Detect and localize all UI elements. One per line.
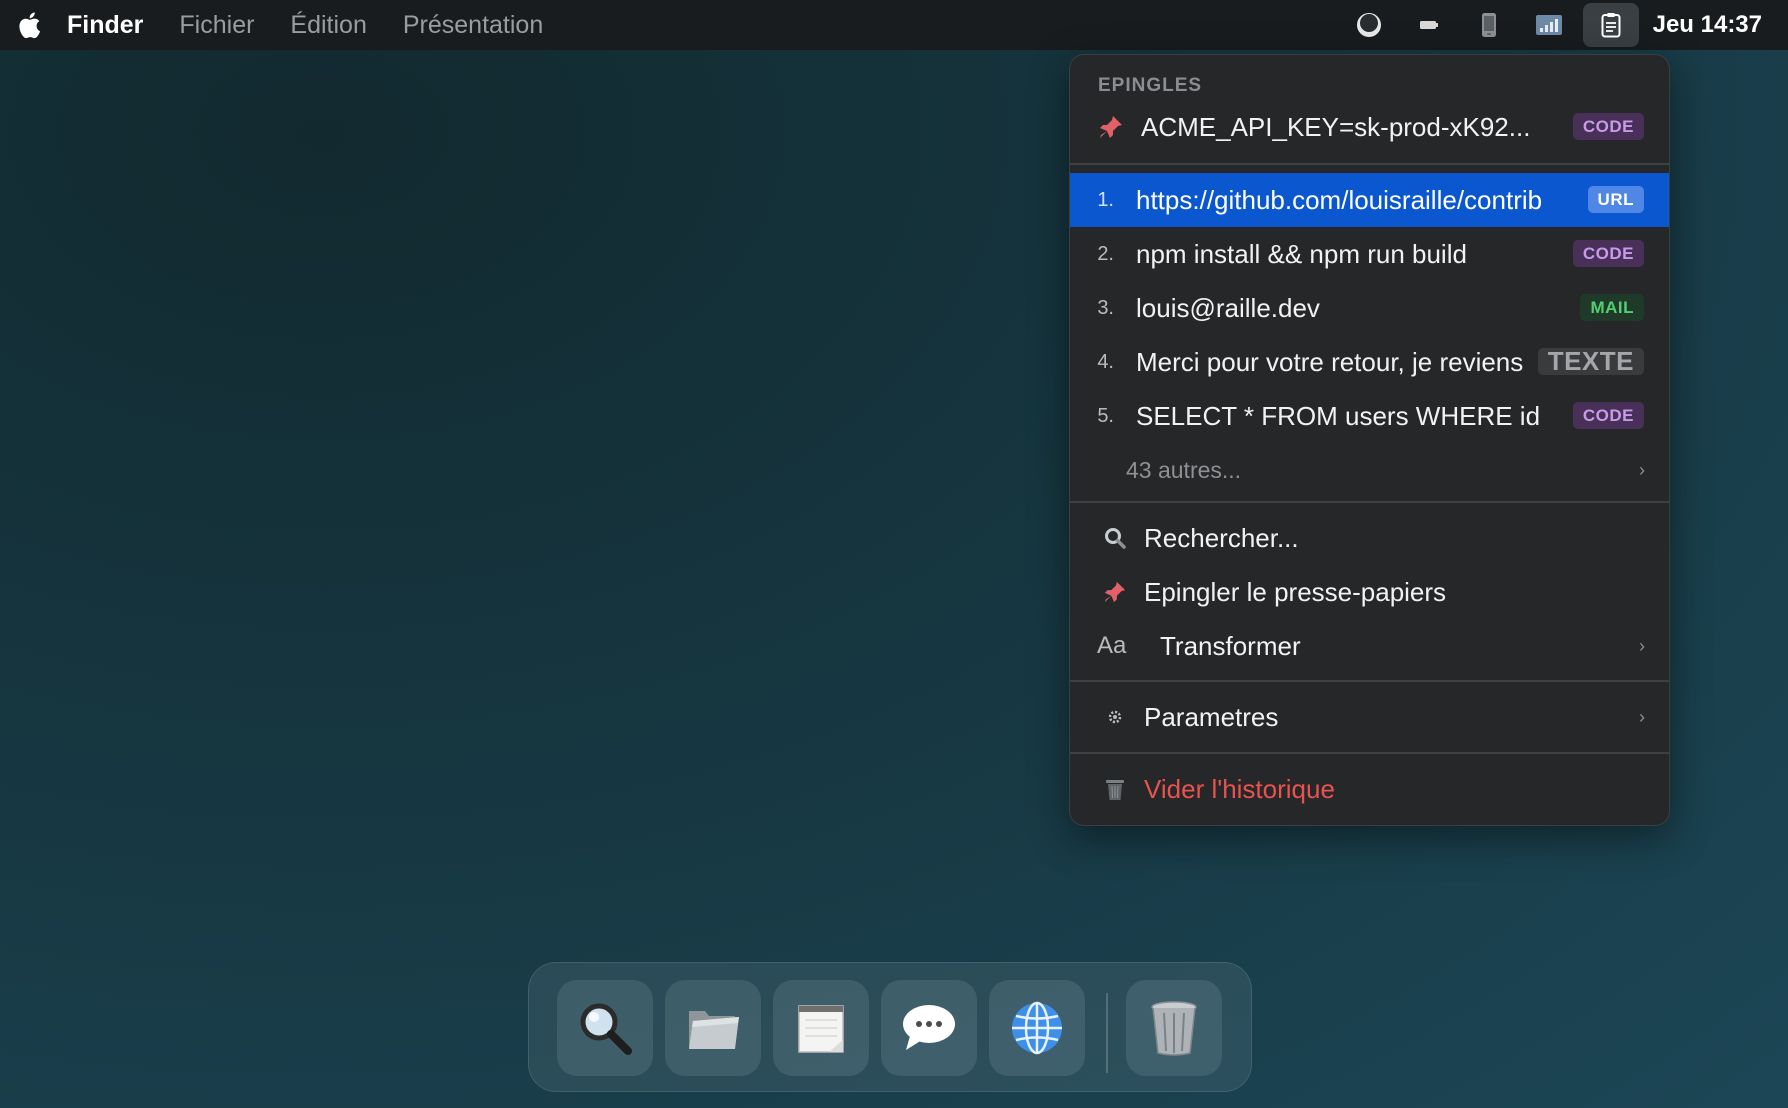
gear-icon (1100, 702, 1130, 732)
trash-icon (1100, 774, 1130, 804)
divider (1070, 163, 1669, 165)
history-item-badge: MAIL (1580, 294, 1644, 321)
more-items[interactable]: 43 autres... › (1070, 443, 1669, 497)
clear-history-action[interactable]: Vider l'historique (1070, 762, 1669, 816)
pin-icon (1100, 577, 1130, 607)
pinned-item[interactable]: ACME_API_KEY=sk-prod-xK92... CODE (1070, 100, 1669, 154)
text-format-icon: Aa (1097, 632, 1127, 659)
divider (1070, 680, 1669, 682)
dock (528, 962, 1252, 1092)
history-item-badge: TEXTE (1537, 348, 1644, 375)
search-action-label: Rechercher... (1144, 522, 1299, 553)
more-items-label: 43 autres... (1126, 456, 1242, 483)
history-item-number: 5. (1097, 404, 1114, 427)
history-item-text: SELECT * FROM users WHERE id (1136, 400, 1541, 431)
history-item[interactable]: 3. louis@raille.dev MAIL (1070, 281, 1669, 335)
history-item[interactable]: 2. npm install && npm run build CODE (1070, 227, 1669, 281)
pin-clipboard-action[interactable]: Epingler le presse-papiers (1070, 565, 1669, 619)
trash-icon[interactable] (1126, 980, 1222, 1076)
pinned-section-title: EPINGLES (1098, 75, 1203, 96)
pin-clipboard-label: Epingler le presse-papiers (1144, 576, 1447, 607)
menu-edition[interactable]: Édition (290, 11, 366, 40)
history-item-number: 2. (1097, 242, 1114, 265)
transform-action[interactable]: Aa Transformer › (1070, 619, 1669, 673)
dock-divider (1106, 993, 1108, 1073)
messages-icon[interactable] (881, 980, 977, 1076)
divider (1070, 501, 1669, 503)
circle-icon[interactable] (1347, 3, 1391, 47)
history-item-number: 4. (1097, 350, 1114, 373)
history-item[interactable]: 5. SELECT * FROM users WHERE id CODE (1070, 389, 1669, 443)
history-item[interactable]: 4. Merci pour votre retour, je reviens T… (1070, 335, 1669, 389)
search-action[interactable]: Rechercher... (1070, 511, 1669, 565)
clock[interactable]: Jeu 14:37 (1653, 11, 1762, 39)
clear-history-label: Vider l'historique (1144, 773, 1335, 804)
search-icon (1100, 523, 1130, 553)
history-item-text: https://github.com/louisraille/contrib (1136, 184, 1543, 215)
history-item-text: louis@raille.dev (1136, 292, 1320, 323)
chevron-right-icon: › (1639, 706, 1645, 727)
globe-icon[interactable] (989, 980, 1085, 1076)
battery-icon[interactable] (1407, 3, 1451, 47)
chevron-right-icon: › (1639, 635, 1645, 656)
history-item-badge: CODE (1572, 240, 1644, 267)
phone-icon[interactable] (1467, 3, 1511, 47)
history-item-badge: URL (1587, 186, 1644, 213)
apple-icon[interactable] (17, 11, 41, 39)
history-item-text: npm install && npm run build (1136, 238, 1467, 269)
clipboard-menu: EPINGLES ACME_API_KEY=sk-prod-xK92... CO… (1069, 54, 1670, 826)
menu-bar: Finder Fichier Édition Présentation Jeu … (0, 0, 1788, 50)
pinned-item-text: ACME_API_KEY=sk-prod-xK92... (1141, 111, 1531, 142)
divider (1070, 752, 1669, 754)
menu-presentation[interactable]: Présentation (403, 11, 543, 40)
history-item-number: 3. (1097, 296, 1114, 319)
history-item-number: 1. (1097, 188, 1114, 211)
transform-label: Transformer (1160, 630, 1301, 661)
history-item-badge: CODE (1572, 402, 1644, 429)
magnifier-icon[interactable] (557, 980, 653, 1076)
settings-label: Parametres (1144, 701, 1279, 732)
chevron-right-icon: › (1639, 459, 1645, 480)
signal-icon[interactable] (1527, 3, 1571, 47)
clipboard-icon[interactable] (1582, 3, 1639, 47)
pin-icon (1096, 112, 1126, 142)
history-item[interactable]: 1. https://github.com/louisraille/contri… (1070, 173, 1669, 227)
notes-icon[interactable] (773, 980, 869, 1076)
history-item-text: Merci pour votre retour, je reviens (1136, 346, 1524, 377)
folder-icon[interactable] (665, 980, 761, 1076)
menu-fichier[interactable]: Fichier (179, 11, 254, 40)
settings-action[interactable]: Parametres › (1070, 690, 1669, 744)
app-name[interactable]: Finder (67, 11, 143, 40)
status-area: Jeu 14:37 (1331, 0, 1788, 50)
pinned-item-badge: CODE (1572, 113, 1644, 140)
